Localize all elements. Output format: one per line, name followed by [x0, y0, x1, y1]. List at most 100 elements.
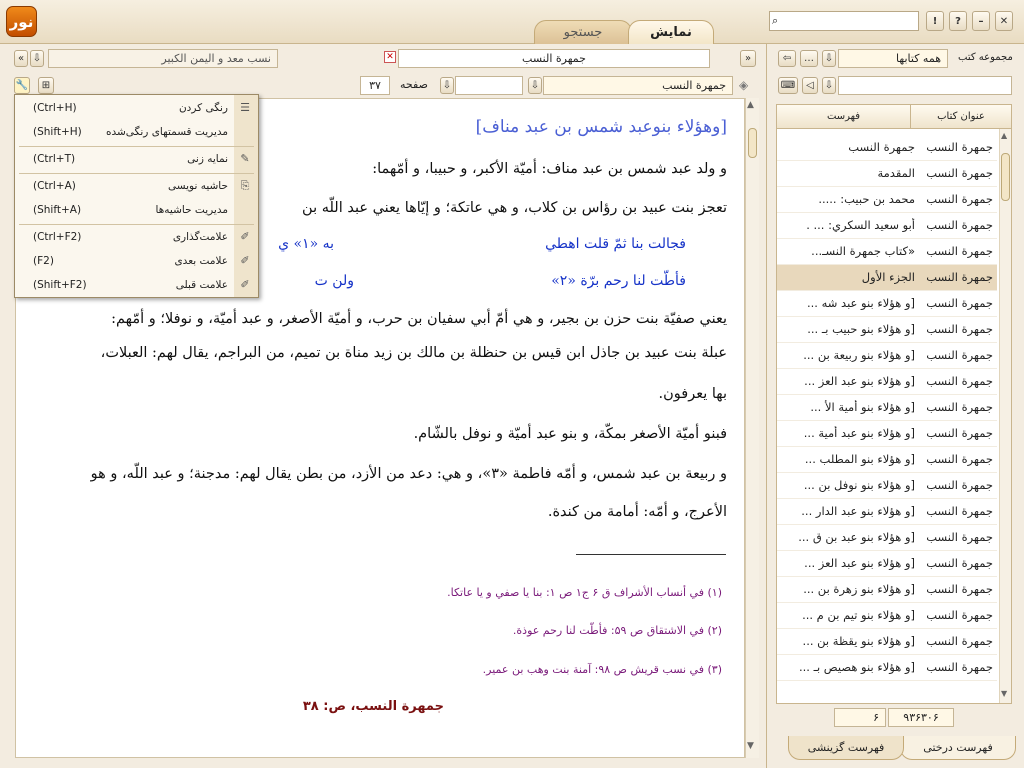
list-item[interactable]: جمهرة النسب محمد بن حبيب: ..... [777, 187, 997, 213]
keyboard-icon[interactable]: ⌨ [778, 77, 798, 94]
next-bookmark-icon: ✐ [240, 254, 250, 267]
list-item-book: جمهرة النسب [926, 452, 993, 466]
menu-label: علامت قبلی [175, 279, 228, 291]
tab-selective-index[interactable]: فهرست گزینشی [788, 736, 904, 760]
search-dropdown-icon[interactable]: ⇩ [822, 77, 836, 94]
menu-item-annotate[interactable]: ⎘ حاشیه نویسی (Ctrl+A) [15, 175, 258, 199]
list-item[interactable]: جمهرة النسب «كتاب جمهرة النسـ... [777, 239, 997, 265]
menu-shortcut: (Shift+F2) [33, 279, 87, 291]
list-item-book: جمهرة النسب [926, 504, 993, 518]
tab-list-icon[interactable]: ⇩ [30, 50, 44, 67]
list-item[interactable]: جمهرة النسب [و هؤلاء بنو يقظة بن ... [777, 629, 997, 655]
list-item[interactable]: جمهرة النسب الجزء الأول [777, 265, 997, 291]
scroll-up-icon[interactable]: ▲ [747, 100, 754, 110]
list-item-entry: الجزء الأول [861, 270, 915, 284]
text-line: و ربيعة بن عبد شمس، و أمّه فاطمة «۳»، و … [90, 466, 727, 482]
list-item-book: جمهرة النسب [926, 140, 993, 154]
search-icon[interactable]: ⌕ [772, 14, 778, 28]
doc-tab-active[interactable]: جمهرة النسب [398, 49, 710, 68]
bottom-tabs: فهرست درختی فهرست گزینشی [770, 736, 1020, 762]
collection-select[interactable]: همه كتابها [838, 49, 948, 68]
menu-label: حاشیه نویسی [167, 180, 228, 192]
scroll-down-icon[interactable]: ▼ [747, 741, 754, 751]
doc-tab-inactive[interactable]: نسب معد و اليمن الكبير [48, 49, 278, 68]
close-button[interactable]: ✕ [995, 11, 1013, 31]
scroll-thumb[interactable] [748, 128, 757, 158]
more-icon[interactable]: … [800, 50, 818, 67]
list-item[interactable]: جمهرة النسب [و هؤلاء بنو عبد الدار ... [777, 499, 997, 525]
menu-item-manage-highlights[interactable]: مدیریت قسمتهای رنگی‌شده (Shift+H) [15, 121, 258, 145]
list-scroll-thumb[interactable] [1001, 153, 1010, 201]
alert-button[interactable]: ! [926, 11, 944, 31]
menu-shortcut: (Ctrl+F2) [33, 231, 82, 243]
bookmark-icon[interactable]: ◈ [739, 78, 748, 92]
index-search-input[interactable] [838, 76, 1012, 95]
list-item-entry: [و هؤلاء بنو يقظة بن ... [802, 634, 915, 648]
tools-button[interactable]: 🔧 [14, 77, 30, 94]
column-header-index[interactable]: فهرست [777, 105, 911, 129]
list-item[interactable]: جمهرة النسب جمهرة النسب [777, 135, 997, 161]
tools-menu: ☰ رنگی کردن (Ctrl+H) مدیریت قسمتهای رنگی‌ش… [14, 94, 259, 298]
tab-scroll-left-icon[interactable]: « [14, 50, 28, 67]
list-item-book: جمهرة النسب [926, 426, 993, 440]
list-item[interactable]: جمهرة النسب أبو سعيد السكري: ... . [777, 213, 997, 239]
list-item[interactable]: جمهرة النسب [و هؤلاء بنو المطلب ... [777, 447, 997, 473]
list-item-entry: «كتاب جمهرة النسـ... [811, 244, 915, 258]
menu-separator [19, 224, 254, 225]
text-line: الأعرج، و أمّه: أمامة من كندة. [547, 504, 727, 520]
tab-show[interactable]: نمایش [628, 20, 714, 44]
list-item-book: جمهرة النسب [926, 322, 993, 336]
app-logo[interactable]: نور [6, 6, 37, 37]
tab-tree-index[interactable]: فهرست درختی [900, 736, 1016, 760]
list-item[interactable]: جمهرة النسب [و هؤلاء بنو عبد العز ... [777, 369, 997, 395]
list-item-book: جمهرة النسب [926, 348, 993, 362]
menu-item-indexing[interactable]: ✎ نمایه زنی (Ctrl+T) [15, 148, 258, 172]
list-item[interactable]: جمهرة النسب [و هؤلاء بنو نوفل بن ... [777, 473, 997, 499]
page-number-input[interactable]: ۳۷ [360, 76, 390, 95]
minimize-button[interactable]: – [972, 11, 990, 31]
list-item-book: جمهرة النسب [926, 400, 993, 414]
search-input[interactable]: ⌕ [769, 11, 919, 31]
expand-icon[interactable]: ⊞ [38, 77, 54, 94]
document-scrollbar[interactable]: ▲ ▼ [745, 98, 759, 758]
list-item[interactable]: جمهرة النسب [و هؤلاء بنو حبيب بـ ... [777, 317, 997, 343]
list-item[interactable]: جمهرة النسب [و هؤلاء بنو تيم بن م ... [777, 603, 997, 629]
page-dropdown-icon[interactable]: ⇩ [440, 77, 454, 94]
list-item[interactable]: جمهرة النسب المقدمة [777, 161, 997, 187]
list-item[interactable]: جمهرة النسب [و هؤلاء بنو هصيص بـ ... [777, 655, 997, 681]
menu-item-highlight[interactable]: ☰ رنگی کردن (Ctrl+H) [15, 97, 258, 121]
list-item-book: جمهرة النسب [926, 218, 993, 232]
list-item-book: جمهرة النسب [926, 582, 993, 596]
column-header-title[interactable]: عنوان كتاب [911, 105, 1011, 129]
book-dropdown-icon[interactable]: ⇩ [528, 77, 542, 94]
tab-scroll-right-icon[interactable]: » [740, 50, 756, 67]
book-index-list[interactable]: عنوان كتاب فهرست جمهرة النسب جمهرة النسب ج… [776, 104, 1012, 704]
list-scroll-down-icon[interactable]: ▼ [1001, 689, 1007, 698]
list-item-entry: [و هؤلاء بنو عبد شه ... [806, 296, 915, 310]
list-item-book: جمهرة النسب [926, 530, 993, 544]
tab-search[interactable]: جستجو [534, 20, 632, 44]
list-item[interactable]: جمهرة النسب [و هؤلاء بنو ربيعة بن ... [777, 343, 997, 369]
nav-left-icon[interactable]: ◁ [802, 77, 818, 94]
list-item[interactable]: جمهرة النسب [و هؤلاء بنو عبد العز ... [777, 551, 997, 577]
list-item[interactable]: جمهرة النسب [و هؤلاء بنو زهرة بن ... [777, 577, 997, 603]
list-item[interactable]: جمهرة النسب [و هؤلاء بنو عبد بن ق ... [777, 525, 997, 551]
help-button[interactable]: ? [949, 11, 967, 31]
page-field[interactable] [455, 76, 523, 95]
menu-item-prev-bookmark[interactable]: ✐ علامت قبلی (Shift+F2) [15, 274, 258, 298]
list-scrollbar[interactable]: ▲ ▼ [999, 129, 1011, 703]
list-scroll-up-icon[interactable]: ▲ [1001, 131, 1007, 140]
menu-label: رنگی کردن [178, 102, 228, 114]
list-item[interactable]: جمهرة النسب [و هؤلاء بنو عبد أمية ... [777, 421, 997, 447]
menu-shortcut: (Ctrl+H) [33, 102, 77, 114]
menu-item-next-bookmark[interactable]: ✐ علامت بعدی (F2) [15, 250, 258, 274]
menu-item-manage-annotations[interactable]: مدیریت حاشیه‌ها (Shift+A) [15, 199, 258, 223]
close-doc-tab-icon[interactable]: ✕ [384, 51, 396, 63]
back-arrow-icon[interactable]: ⇦ [778, 50, 796, 67]
list-item[interactable]: جمهرة النسب [و هؤلاء بنو أمية الأ ... [777, 395, 997, 421]
collection-dropdown-icon[interactable]: ⇩ [822, 50, 836, 67]
list-item[interactable]: جمهرة النسب [و هؤلاء بنو عبد شه ... [777, 291, 997, 317]
book-select[interactable]: جمهرة النسب [543, 76, 733, 95]
menu-item-bookmark[interactable]: ✐ علامت‌گذاری (Ctrl+F2) [15, 226, 258, 250]
menu-shortcut: (F2) [33, 255, 54, 267]
